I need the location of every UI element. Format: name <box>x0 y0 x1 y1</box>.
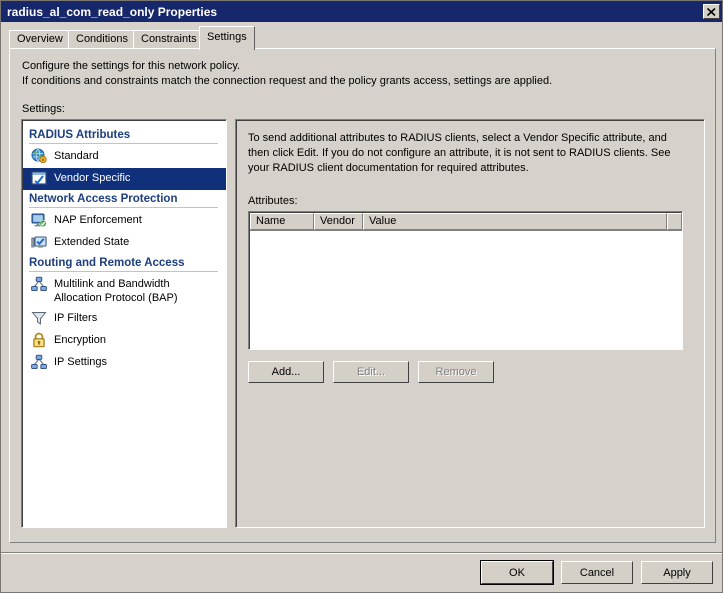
details-panel: To send additional attributes to RADIUS … <box>235 119 705 528</box>
attributes-label: Attributes: <box>248 195 298 207</box>
close-icon <box>707 7 716 16</box>
tree-item-standard[interactable]: Standard <box>23 146 226 168</box>
globe-icon <box>31 148 47 164</box>
tree-item-nap-enforcement[interactable]: NAP Enforcement <box>23 210 226 232</box>
details-description: To send additional attributes to RADIUS … <box>248 132 671 174</box>
edit-button: Edit... <box>333 361 409 383</box>
window-title: radius_al_com_read_only Properties <box>7 4 218 19</box>
tree-item-label: Multilink and Bandwidth Allocation Proto… <box>54 278 178 304</box>
tab-conditions[interactable]: Conditions <box>68 30 136 49</box>
tab-overview[interactable]: Overview <box>9 30 71 49</box>
cancel-button[interactable]: Cancel <box>561 561 633 584</box>
title-bar-buttons <box>703 4 722 19</box>
tree-item-label: Encryption <box>54 334 106 346</box>
title-bar: radius_al_com_read_only Properties <box>1 1 722 22</box>
tree-item-encryption[interactable]: Encryption <box>23 330 226 352</box>
tree-item-ip-settings[interactable]: IP Settings <box>23 352 226 374</box>
settings-tree[interactable]: RADIUS Attributes Standard Vendor Specif… <box>21 119 227 528</box>
attributes-table-header: Name Vendor Value <box>250 213 682 231</box>
tree-item-label: Standard <box>54 150 99 162</box>
dialog-buttons: OK Cancel Apply <box>481 561 713 584</box>
group-header-network-access-protection: Network Access Protection <box>29 193 218 208</box>
attributes-listview[interactable]: Name Vendor Value <box>248 211 683 350</box>
tab-strip: Overview Conditions Constraints Settings <box>9 26 716 50</box>
tree-item-ip-filters[interactable]: IP Filters <box>23 308 226 330</box>
column-header-filler <box>667 213 682 230</box>
attribute-action-buttons: Add... Edit... Remove <box>248 361 494 383</box>
footer-separator <box>1 552 722 554</box>
tree-item-label: Vendor Specific <box>54 172 131 184</box>
column-header-name[interactable]: Name <box>250 213 314 230</box>
network-nodes-icon <box>31 276 47 292</box>
settings-tab-panel: Configure the settings for this network … <box>9 48 716 543</box>
ok-button[interactable]: OK <box>481 561 553 584</box>
column-header-value[interactable]: Value <box>363 213 667 230</box>
group-header-routing-and-remote-access: Routing and Remote Access <box>29 257 218 272</box>
intro-line-2: If conditions and constraints match the … <box>22 75 553 87</box>
attributes-listview-inner: Name Vendor Value <box>249 212 682 349</box>
apply-button[interactable]: Apply <box>641 561 713 584</box>
column-header-vendor[interactable]: Vendor <box>314 213 363 230</box>
tree-item-multilink-bap[interactable]: Multilink and Bandwidth Allocation Proto… <box>23 274 226 308</box>
attributes-table-body[interactable] <box>250 231 682 349</box>
tree-item-label: NAP Enforcement <box>54 214 142 226</box>
tab-constraints[interactable]: Constraints <box>133 30 205 49</box>
properties-dialog: radius_al_com_read_only Properties Overv… <box>0 0 723 593</box>
details-panel-inner: To send additional attributes to RADIUS … <box>236 120 704 527</box>
tree-item-label: Extended State <box>54 236 130 248</box>
window-check-icon <box>31 170 47 186</box>
tree-item-label: IP Settings <box>54 356 107 368</box>
tree-item-label: IP Filters <box>54 312 98 324</box>
network-nodes-icon <box>31 354 47 370</box>
monitor-check-icon <box>31 212 47 228</box>
intro-line-1: Configure the settings for this network … <box>22 60 241 72</box>
add-button[interactable]: Add... <box>248 361 324 383</box>
group-header-radius-attributes: RADIUS Attributes <box>29 129 218 144</box>
close-button[interactable] <box>703 4 720 19</box>
settings-label: Settings: <box>22 103 65 115</box>
monitor-state-icon <box>31 234 47 250</box>
tree-item-extended-state[interactable]: Extended State <box>23 232 226 254</box>
padlock-icon <box>31 332 47 348</box>
settings-tree-inner: RADIUS Attributes Standard Vendor Specif… <box>22 120 226 527</box>
tab-settings[interactable]: Settings <box>199 26 255 50</box>
tree-item-vendor-specific[interactable]: Vendor Specific <box>23 168 226 190</box>
remove-button: Remove <box>418 361 494 383</box>
funnel-icon <box>31 310 47 326</box>
